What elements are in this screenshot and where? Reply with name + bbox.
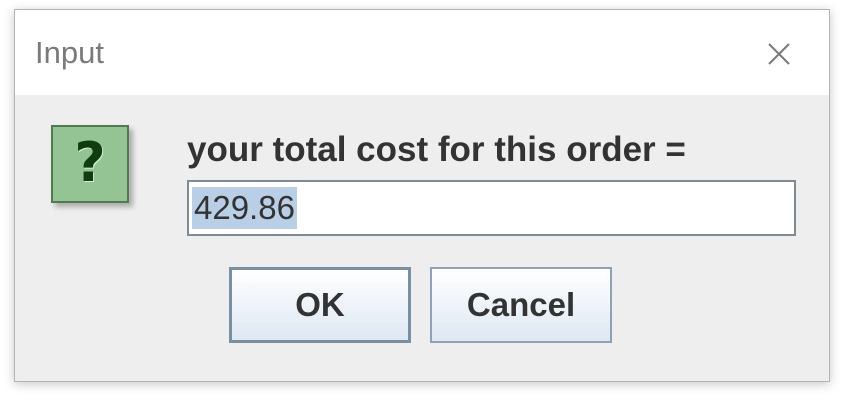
ok-button[interactable]: OK [229,267,411,343]
input-selected-text: 429.86 [192,187,297,229]
dialog-message: your total cost for this order = [187,130,686,169]
value-input[interactable]: 429.86 [187,180,796,236]
question-icon: ? [51,125,129,203]
title-bar[interactable]: Input [15,10,829,95]
input-dialog: Input ? your total cost for this order =… [14,9,830,382]
question-glyph: ? [74,131,106,194]
close-icon[interactable] [759,34,799,74]
cancel-button[interactable]: Cancel [430,267,612,343]
dialog-title: Input [35,35,104,70]
